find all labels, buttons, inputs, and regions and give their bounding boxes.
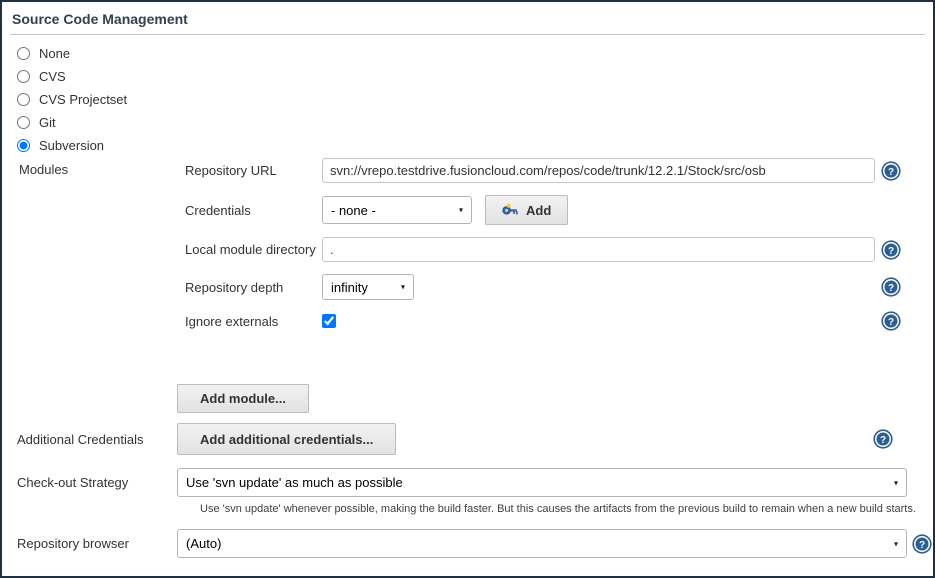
scm-radio-cvs[interactable] (17, 70, 30, 83)
scm-radio-git[interactable] (17, 116, 30, 129)
modules-label: Modules (19, 162, 68, 177)
repository-browser-select[interactable]: (Auto) ▾ (177, 529, 907, 558)
scm-radio-label: None (39, 46, 70, 61)
ignore-externals-checkbox[interactable] (322, 314, 336, 328)
local-module-directory-label: Local module directory (185, 242, 322, 257)
svg-text:?: ? (888, 246, 894, 257)
key-icon (502, 202, 519, 218)
scm-radio-subversion[interactable] (17, 139, 30, 152)
scm-option-cvs-projectset[interactable]: CVS Projectset (10, 88, 925, 111)
add-additional-credentials-button[interactable]: Add additional credentials... (177, 423, 396, 455)
repository-url-row: Repository URL ? (185, 158, 925, 183)
scm-radio-label: CVS Projectset (39, 92, 127, 107)
local-module-directory-row: Local module directory ? (185, 237, 925, 262)
repository-browser-row: Repository browser (Auto) ▾ ? (10, 529, 925, 558)
checkout-strategy-row: Check-out Strategy Use 'svn update' as m… (10, 468, 925, 497)
repository-browser-select-control[interactable]: (Auto) (177, 529, 907, 558)
repository-depth-row: Repository depth infinity ▾ ? (185, 274, 925, 300)
scm-radio-group: None CVS CVS Projectset Git Subversion (10, 42, 925, 157)
help-icon[interactable]: ? (881, 240, 901, 260)
modules-section: Modules Repository URL ? Credentials - n… (10, 158, 925, 413)
svg-text:?: ? (888, 283, 894, 294)
help-icon[interactable]: ? (873, 429, 893, 449)
help-icon[interactable]: ? (881, 311, 901, 331)
additional-credentials-row: Additional Credentials Add additional cr… (10, 423, 925, 455)
svg-text:?: ? (880, 435, 886, 446)
repository-depth-label: Repository depth (185, 280, 322, 295)
scm-radio-label: Subversion (39, 138, 104, 153)
svg-text:?: ? (888, 317, 894, 328)
scm-option-git[interactable]: Git (10, 111, 925, 134)
checkout-strategy-help-text: Use 'svn update' whenever possible, maki… (200, 503, 925, 515)
checkout-strategy-select[interactable]: Use 'svn update' as much as possible ▾ (177, 468, 907, 497)
section-title: Source Code Management (10, 8, 925, 35)
add-credentials-button-label: Add (526, 203, 551, 218)
repository-browser-label: Repository browser (17, 536, 177, 551)
local-module-directory-input[interactable] (322, 237, 875, 262)
scm-option-subversion[interactable]: Subversion (10, 134, 925, 157)
repository-depth-select-control[interactable]: infinity (322, 274, 414, 300)
add-credentials-button[interactable]: Add (485, 195, 568, 225)
add-module-button-label: Add module... (200, 391, 286, 406)
credentials-row: Credentials - none - ▾ (185, 195, 925, 225)
repository-url-input[interactable] (322, 158, 875, 183)
checkout-strategy-label: Check-out Strategy (17, 475, 177, 490)
credentials-label: Credentials (185, 203, 322, 218)
svg-text:?: ? (919, 540, 925, 551)
checkout-strategy-select-control[interactable]: Use 'svn update' as much as possible (177, 468, 907, 497)
ignore-externals-label: Ignore externals (185, 314, 322, 329)
additional-credentials-label: Additional Credentials (17, 432, 177, 447)
credentials-select[interactable]: - none - ▾ (322, 196, 472, 224)
scm-config-panel: Source Code Management None CVS CVS Proj… (0, 0, 935, 578)
repository-url-label: Repository URL (185, 163, 322, 178)
add-module-row: Add module... (177, 384, 925, 413)
help-icon[interactable]: ? (912, 534, 932, 554)
scm-radio-label: Git (39, 115, 56, 130)
add-module-button[interactable]: Add module... (177, 384, 309, 413)
scm-radio-none[interactable] (17, 47, 30, 60)
help-icon[interactable]: ? (881, 161, 901, 181)
repository-depth-select[interactable]: infinity ▾ (322, 274, 414, 300)
scm-option-cvs[interactable]: CVS (10, 65, 925, 88)
ignore-externals-row: Ignore externals ? (185, 310, 925, 332)
credentials-select-control[interactable]: - none - (322, 196, 472, 224)
scm-radio-label: CVS (39, 69, 66, 84)
svg-text:?: ? (888, 167, 894, 178)
help-icon[interactable]: ? (881, 277, 901, 297)
scm-radio-cvs-projectset[interactable] (17, 93, 30, 106)
scm-option-none[interactable]: None (10, 42, 925, 65)
add-additional-credentials-button-label: Add additional credentials... (200, 432, 373, 447)
